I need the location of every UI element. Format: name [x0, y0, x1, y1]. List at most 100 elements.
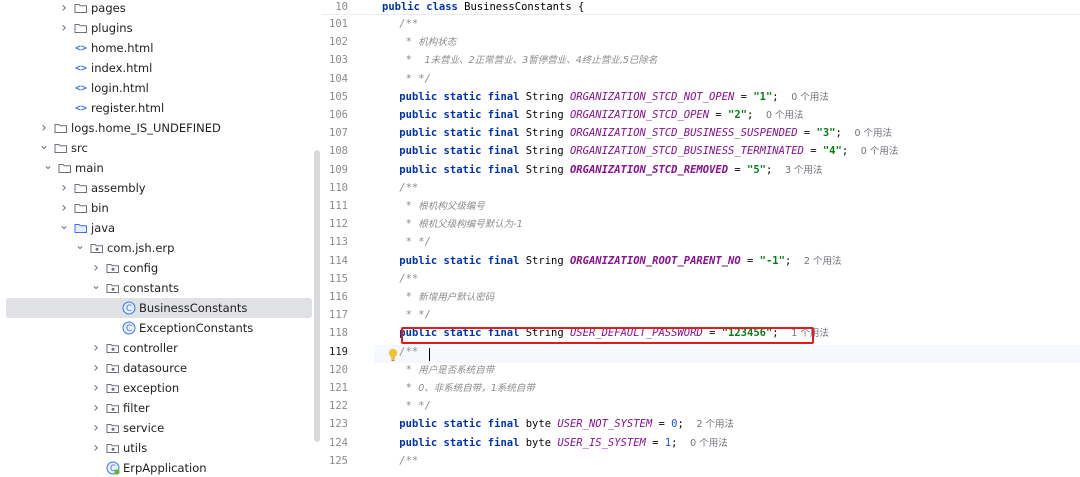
tree-item-register-html[interactable]: <> register.html: [0, 98, 322, 118]
chevron-right-icon[interactable]: ›: [90, 380, 102, 396]
tree-item-src[interactable]: ⌄ src: [0, 138, 322, 158]
code-line[interactable]: public static final byte USER_IS_SYSTEM …: [374, 434, 727, 452]
line-number: 107: [329, 127, 348, 140]
folder-icon: [58, 161, 72, 175]
tree-item-config[interactable]: › config: [0, 258, 322, 278]
chevron-right-icon[interactable]: ›: [58, 20, 70, 36]
tree-item-controller[interactable]: › controller: [0, 338, 322, 358]
code-line[interactable]: * 根机构父级编号: [374, 197, 485, 215]
tree-item-businessconstants[interactable]: C BusinessConstants: [6, 298, 312, 318]
constant-value: "2": [728, 109, 747, 121]
operator: =: [803, 145, 823, 158]
tree-item-index-html[interactable]: <> index.html: [0, 58, 322, 78]
tree-item-label: ExceptionConstants: [139, 321, 254, 335]
folder-icon: [74, 201, 88, 215]
spring-boot-class-icon: C: [106, 461, 120, 475]
chevron-down-icon[interactable]: ⌄: [58, 219, 70, 231]
chevron-right-icon[interactable]: ›: [90, 260, 102, 276]
code-line[interactable]: public static final String ORGANIZATION_…: [374, 142, 898, 160]
comment-prefix: *: [374, 382, 419, 394]
constant-name: ORGANIZATION_ROOT_PARENT_NO: [569, 254, 741, 267]
code-line[interactable]: * 1未营业、2正常营业、3暂停营业、4终止营业,5已除名: [374, 51, 658, 69]
html-file-icon: <>: [74, 62, 88, 74]
chevron-down-icon[interactable]: ⌄: [74, 239, 86, 251]
tree-item-plugins[interactable]: › plugins: [0, 18, 322, 38]
operator: =: [728, 163, 747, 176]
chevron-right-icon[interactable]: ›: [58, 180, 70, 196]
line-number: 103: [329, 54, 348, 67]
keyword: public static final: [399, 163, 520, 176]
chevron-right-icon[interactable]: ›: [58, 200, 70, 216]
line-number: 113: [329, 236, 348, 249]
code-line[interactable]: /**: [374, 270, 418, 288]
tree-item-datasource[interactable]: › datasource: [0, 358, 322, 378]
tree-item-bin[interactable]: › bin: [0, 198, 322, 218]
constant-value: "-1": [759, 254, 785, 267]
tree-item-label: ErpApplication: [123, 461, 207, 475]
line-number: 111: [329, 200, 348, 212]
type-name: String: [519, 163, 570, 176]
code-line[interactable]: public static final String ORGANIZATION_…: [374, 161, 822, 179]
semicolon: ;: [772, 90, 792, 103]
keyword: public static final: [399, 127, 520, 140]
chevron-right-icon[interactable]: ›: [90, 400, 102, 416]
chevron-right-icon[interactable]: ›: [90, 360, 102, 376]
keyword: public static final: [399, 90, 520, 103]
code-line[interactable]: * */: [374, 70, 431, 88]
tree-item-main[interactable]: ⌄ main: [0, 158, 322, 178]
chevron-down-icon[interactable]: ⌄: [42, 159, 54, 171]
tree-item-logs-home-is-undefined[interactable]: › logs.home_IS_UNDEFINED: [0, 118, 322, 138]
line-number: 114: [329, 254, 348, 267]
tree-item-exceptionconstants[interactable]: C ExceptionConstants: [0, 318, 322, 338]
chevron-down-icon[interactable]: ⌄: [90, 279, 102, 291]
chevron-right-icon[interactable]: ›: [90, 440, 102, 456]
code-line[interactable]: * 0、非系统自带，1系统自带: [374, 379, 535, 397]
tree-item-service[interactable]: › service: [0, 418, 322, 438]
chevron-right-icon[interactable]: ›: [90, 340, 102, 356]
code-line[interactable]: * */: [374, 233, 431, 251]
tree-item-login-html[interactable]: <> login.html: [0, 78, 322, 98]
code-line[interactable]: * */: [374, 306, 431, 324]
code-line[interactable]: public static final String ORGANIZATION_…: [374, 88, 829, 106]
line-number: 117: [329, 309, 348, 322]
tree-item-pages[interactable]: › pages: [0, 0, 322, 18]
usage-hint: 0 个用法: [765, 110, 804, 121]
tree-item-utils[interactable]: › utils: [0, 438, 322, 458]
code-line[interactable]: * 根机父级构编号默认为-1: [374, 215, 523, 233]
chevron-right-icon[interactable]: ›: [58, 0, 70, 16]
tree-item-label: java: [91, 221, 116, 235]
type-name: String: [519, 127, 570, 140]
tree-item-com-jsh-erp[interactable]: ⌄ com.jsh.erp: [0, 238, 322, 258]
code-line[interactable]: * 新增用户默认密码: [374, 288, 495, 306]
tree-item-assembly[interactable]: › assembly: [0, 178, 322, 198]
tree-item-home-html[interactable]: <> home.html: [0, 38, 322, 58]
lightbulb-icon[interactable]: [388, 347, 398, 366]
code-line[interactable]: /**: [374, 452, 418, 470]
tree-scrollbar[interactable]: [314, 150, 320, 442]
code-line[interactable]: public static final String ORGANIZATION_…: [374, 124, 892, 142]
code-line[interactable]: public static final byte USER_NOT_SYSTEM…: [374, 415, 734, 433]
comment-text: 1未营业、2正常营业、3暂停营业、4终止营业,5已除名: [424, 55, 658, 67]
code-line[interactable]: * 机构状态: [374, 33, 457, 51]
line-number: 120: [329, 363, 348, 376]
code-line[interactable]: * */: [374, 397, 431, 415]
line-number: 105: [329, 90, 348, 103]
tree-item-filter[interactable]: › filter: [0, 398, 322, 418]
type-name: String: [519, 90, 570, 103]
line-number: 124: [329, 436, 348, 449]
semicolon: ;: [835, 127, 855, 140]
tree-item-constants[interactable]: ⌄ constants: [0, 278, 322, 298]
code-line[interactable]: /**: [374, 15, 418, 33]
chevron-right-icon[interactable]: ›: [38, 120, 50, 136]
code-line[interactable]: public static final String ORGANIZATION_…: [374, 252, 841, 270]
line-number: 115: [329, 272, 348, 285]
constant-name: ORGANIZATION_STCD_NOT_OPEN: [569, 90, 735, 103]
chevron-down-icon[interactable]: ⌄: [38, 139, 50, 151]
code-line[interactable]: /**: [374, 179, 418, 197]
tree-item-erpapplication[interactable]: C ErpApplication: [0, 458, 322, 477]
chevron-right-icon[interactable]: ›: [90, 420, 102, 436]
code-editor[interactable]: /** * 机构状态 * 1未营业、2正常营业、3暂停营业、4终止营业,5已除名…: [374, 0, 1080, 477]
tree-item-java[interactable]: ⌄ java: [0, 218, 322, 238]
tree-item-exception[interactable]: › exception: [0, 378, 322, 398]
code-line[interactable]: public static final String ORGANIZATION_…: [374, 106, 804, 124]
